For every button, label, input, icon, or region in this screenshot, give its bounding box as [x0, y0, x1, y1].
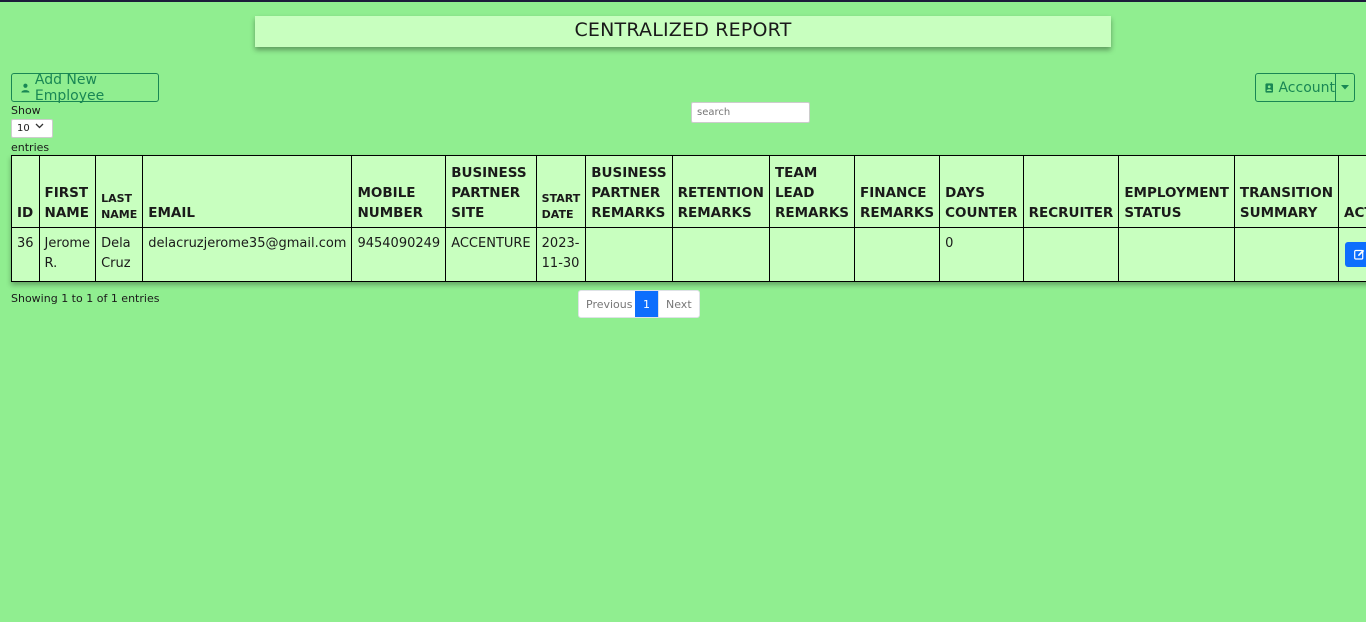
col-header-last-name: LAST NAME — [95, 155, 144, 228]
cell-business-partner-remarks — [585, 227, 673, 282]
cell-retention-remarks — [671, 227, 770, 282]
chevron-down-icon — [35, 123, 44, 129]
show-label: Show — [11, 104, 41, 117]
table-info: Showing 1 to 1 of 1 entries — [11, 292, 160, 305]
cell-transition-summary — [1233, 227, 1340, 282]
page-title: CENTRALIZED REPORT — [255, 16, 1111, 47]
pagination-page-1[interactable]: 1 — [635, 291, 658, 317]
edit-icon — [1353, 249, 1364, 260]
entries-label: entries — [11, 141, 50, 154]
account-icon — [1265, 82, 1274, 93]
cell-last-name: Dela Cruz — [95, 227, 144, 282]
table-header-row: ID FIRST NAME LAST NAME EMAIL MOBILE NUM… — [11, 155, 1366, 228]
col-header-transition-summary: TRANSITION SUMMARY — [1233, 155, 1340, 228]
col-header-days-counter: DAYS COUNTER — [939, 155, 1024, 228]
col-header-finance-remarks: FINANCE REMARKS — [854, 155, 941, 228]
cell-business-partner-site: ACCENTURE — [445, 227, 537, 282]
col-header-action: ACTION — [1338, 155, 1366, 228]
entries-select[interactable]: 10 — [11, 119, 53, 138]
col-header-start-date: START DATE — [535, 155, 587, 228]
add-employee-label: Add New Employee — [34, 71, 105, 104]
cell-finance-remarks — [854, 227, 941, 282]
caret-down-icon — [1341, 85, 1349, 90]
account-dropdown-toggle[interactable] — [1335, 73, 1355, 102]
col-header-recruiter: RECRUITER — [1022, 155, 1120, 228]
col-header-id: ID — [11, 155, 40, 228]
col-header-email: EMAIL — [142, 155, 353, 228]
cell-employment-status — [1118, 227, 1235, 282]
account-button[interactable]: Account — [1255, 73, 1336, 102]
pagination-next[interactable]: Next — [658, 291, 699, 317]
col-header-business-partner-remarks: BUSINESS PARTNER REMARKS — [585, 155, 673, 228]
cell-action — [1338, 227, 1366, 282]
cell-id: 36 — [11, 227, 40, 282]
cell-email: delacruzjerome35@gmail.com — [142, 227, 353, 282]
edit-button[interactable] — [1345, 242, 1366, 267]
search-input[interactable] — [691, 102, 810, 123]
entries-value: 10 — [17, 123, 30, 134]
col-header-team-lead-remarks: TEAM LEAD REMARKS — [768, 155, 856, 228]
pagination: Previous 1 Next — [578, 290, 700, 318]
top-strip — [0, 0, 1366, 2]
cell-team-lead-remarks — [768, 227, 856, 282]
account-label: Account — [1278, 79, 1335, 96]
cell-recruiter — [1022, 227, 1120, 282]
col-header-employment-status: EMPLOYMENT STATUS — [1118, 155, 1235, 228]
cell-first-name: Jerome R. — [38, 227, 97, 282]
add-employee-button[interactable]: Add New Employee — [11, 71, 159, 104]
table-row: 36 Jerome R. Dela Cruz delacruzjerome35@… — [11, 227, 1366, 282]
col-header-retention-remarks: RETENTION REMARKS — [671, 155, 770, 228]
col-header-mobile-number: MOBILE NUMBER — [351, 155, 447, 228]
employee-table: ID FIRST NAME LAST NAME EMAIL MOBILE NUM… — [11, 155, 1366, 282]
col-header-business-partner-site: BUSINESS PARTNER SITE — [445, 155, 537, 228]
cell-start-date: 2023-11-30 — [535, 227, 587, 282]
col-header-first-name: FIRST NAME — [38, 155, 97, 228]
user-icon — [21, 83, 30, 93]
pagination-previous[interactable]: Previous — [579, 291, 635, 317]
cell-days-counter: 0 — [939, 227, 1024, 282]
cell-mobile-number: 9454090249 — [351, 227, 447, 282]
